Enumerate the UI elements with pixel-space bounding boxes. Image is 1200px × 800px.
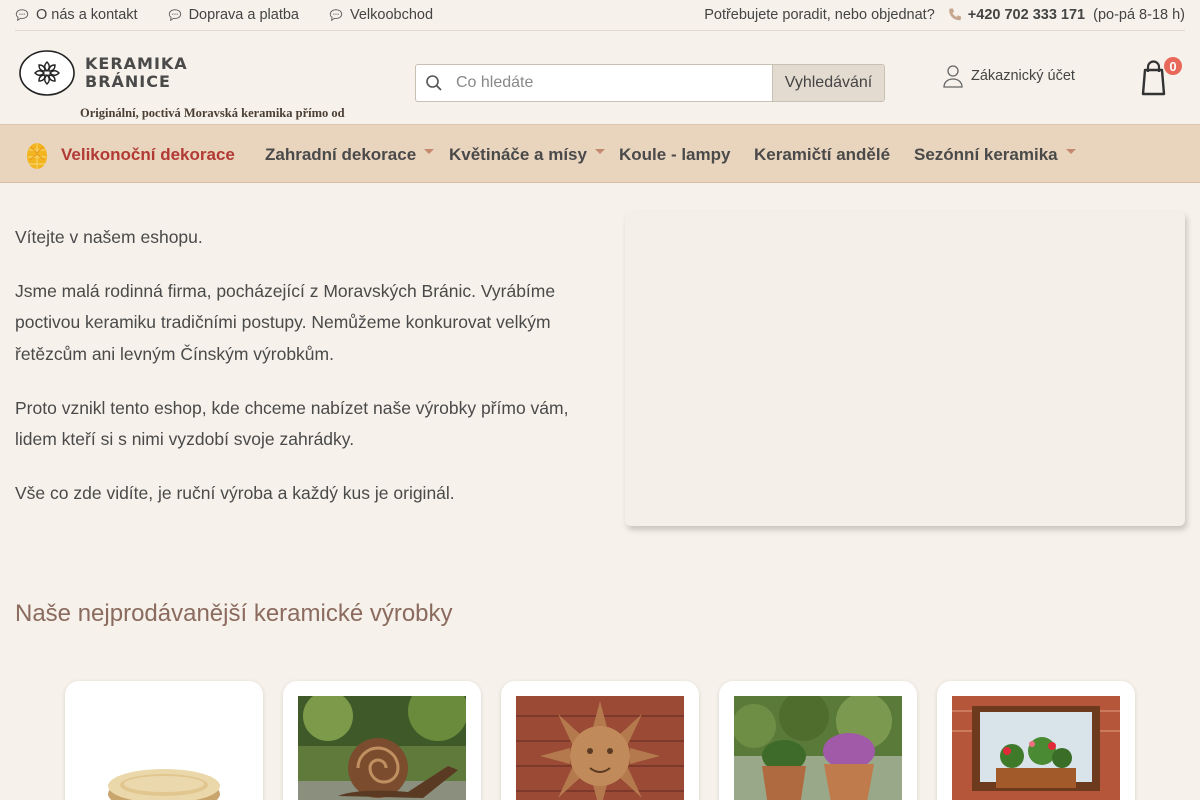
top-link-about[interactable]: O nás a kontakt: [15, 7, 138, 23]
logo-line-1: KERAMIKA: [85, 54, 188, 73]
nav-label: Sezónní keramika: [914, 144, 1058, 164]
phone-icon: [948, 8, 961, 21]
nav-item-seasonal[interactable]: Sezónní keramika: [914, 125, 1076, 184]
chat-bubble-icon: [168, 9, 181, 22]
nav-item-easter[interactable]: Velikonoční dekorace: [25, 125, 235, 184]
search-bar: Vyhledávání: [415, 64, 885, 102]
nav-item-planters[interactable]: Květináče a mísy: [449, 125, 605, 184]
contact-info: Potřebujete poradit, nebo objednat? +420…: [704, 7, 1185, 23]
top-link-shipping[interactable]: Doprava a platba: [168, 7, 299, 23]
nav-item-lamps[interactable]: Koule - lampy: [619, 125, 730, 184]
section-title: Naše nejprodávanější keramické výrobky: [15, 600, 453, 627]
logo-line-2: BRÁNICE: [85, 72, 171, 91]
logo-text[interactable]: KERAMIKA BRÁNICE: [85, 55, 188, 91]
product-card[interactable]: [65, 681, 263, 800]
product-image-ceramic-saucer: [80, 696, 248, 800]
intro-paragraph: Vítejte v našem eshopu.: [15, 227, 203, 247]
nav-item-garden[interactable]: Zahradní dekorace: [265, 125, 435, 184]
top-links: O nás a kontakt Doprava a platba Velkoob…: [15, 7, 463, 23]
nav-label: Velikonoční dekorace: [61, 144, 235, 164]
intro-paragraph: Vše co zde vidíte, je ruční výroba a kaž…: [15, 483, 455, 503]
hero-banner: [625, 211, 1185, 526]
nav-label: Keramičtí andělé: [754, 144, 891, 164]
search-icon: [416, 65, 452, 101]
search-button[interactable]: Vyhledávání: [772, 65, 884, 101]
product-card[interactable]: [501, 681, 699, 800]
dropdown-caret-icon: [594, 149, 605, 154]
product-card[interactable]: [937, 681, 1135, 800]
easter-egg-icon: [27, 142, 47, 169]
nav-label: Koule - lampy: [619, 144, 731, 164]
product-card[interactable]: [283, 681, 481, 800]
nav-label: Zahradní dekorace: [265, 144, 417, 164]
dropdown-caret-icon: [424, 149, 435, 154]
account-link[interactable]: Zákaznický účet: [943, 63, 1075, 88]
intro-paragraph: Proto vznikl tento eshop, kde chceme nab…: [15, 397, 569, 450]
product-image-window-flower-box: [952, 696, 1120, 800]
intro-text: Vítejte v našem eshopu. Jsme malá rodinn…: [15, 222, 595, 532]
phone-number[interactable]: +420 702 333 171: [968, 7, 1085, 23]
dropdown-caret-icon: [1065, 149, 1076, 154]
chat-bubble-icon: [15, 9, 29, 22]
search-input[interactable]: [452, 65, 772, 101]
product-image-ceramic-snail: [298, 696, 466, 800]
logo-icon[interactable]: [19, 50, 75, 96]
top-link-label: Doprava a platba: [188, 7, 299, 23]
product-image-ceramic-sun-face: [516, 696, 684, 800]
top-link-wholesale[interactable]: Velkoobchod: [329, 7, 433, 23]
intro-paragraph: Jsme malá rodinná firma, pocházející z M…: [15, 280, 556, 364]
opening-hours: (po-pá 8-18 h): [1093, 7, 1185, 23]
top-link-label: O nás a kontakt: [36, 7, 138, 23]
product-card[interactable]: [719, 681, 917, 800]
nav-label: Květináče a mísy: [449, 144, 587, 164]
cart-count-badge: 0: [1164, 57, 1182, 75]
chat-bubble-icon: [329, 9, 343, 22]
top-bar: O nás a kontakt Doprava a platba Velkoob…: [15, 0, 1185, 31]
main-navigation: Velikonoční dekorace Zahradní dekorace K…: [0, 124, 1200, 183]
help-text: Potřebujete poradit, nebo objednat?: [704, 7, 935, 23]
top-link-label: Velkoobchod: [350, 7, 434, 23]
user-icon: [943, 64, 963, 88]
product-image-herb-planters: [734, 696, 902, 800]
nav-item-angels[interactable]: Keramičtí andělé: [754, 125, 890, 184]
account-label: Zákaznický účet: [971, 67, 1075, 84]
